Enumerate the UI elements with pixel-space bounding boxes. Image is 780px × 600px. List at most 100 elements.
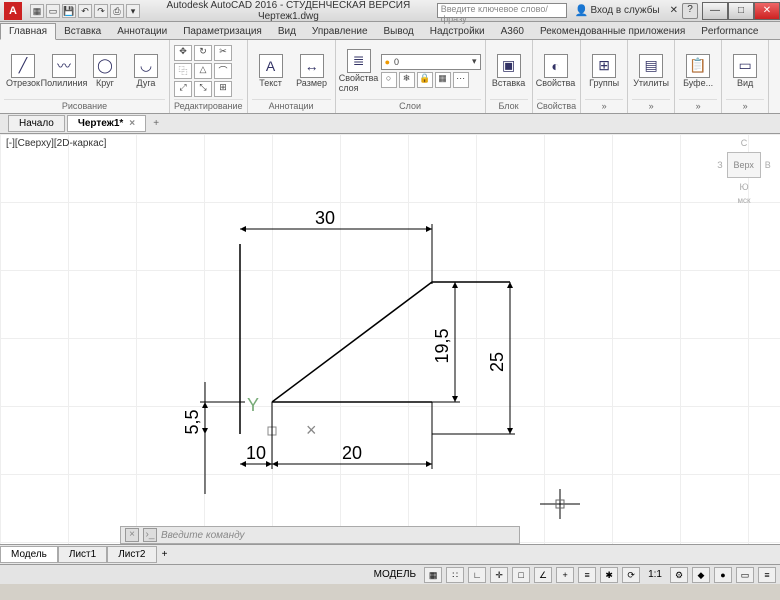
status-ortho-icon[interactable]: ∟ [468, 567, 486, 583]
status-custom-icon[interactable]: ≡ [758, 567, 776, 583]
group-clip-label[interactable]: » [679, 99, 717, 111]
doctab-start[interactable]: Начало [8, 115, 65, 132]
tab-annotate[interactable]: Аннотации [109, 24, 175, 39]
layer-combo[interactable]: ●0▾ [381, 54, 481, 70]
status-model[interactable]: МОДЕЛЬ [370, 569, 420, 580]
qat-open-icon[interactable]: ▭ [46, 4, 60, 18]
tool-text[interactable]: AТекст [252, 44, 290, 98]
group-modify-label[interactable]: Редактирование [174, 99, 243, 111]
status-dyn-icon[interactable]: + [556, 567, 574, 583]
tab-home[interactable]: Главная [0, 23, 56, 40]
qat-undo-icon[interactable]: ↶ [78, 4, 92, 18]
minimize-button[interactable]: — [702, 2, 728, 20]
group-view-label[interactable]: » [726, 99, 764, 111]
tool-line[interactable]: ╱Отрезок [4, 44, 42, 98]
tab-view[interactable]: Вид [270, 24, 304, 39]
status-track-icon[interactable]: ∠ [534, 567, 552, 583]
group-modify: ✥↻✂ ⿻△⌒ ⤢⤡⊞ Редактирование [170, 40, 248, 113]
tab-featured[interactable]: Рекомендованные приложения [532, 24, 693, 39]
layout-tab-l2[interactable]: Лист2 [107, 546, 156, 563]
array-icon[interactable]: ⊞ [214, 81, 232, 97]
tab-a360[interactable]: A360 [493, 24, 532, 39]
status-polar-icon[interactable]: ✛ [490, 567, 508, 583]
group-annot-label[interactable]: Аннотации [252, 99, 331, 111]
ribbon: ╱Отрезок 〰Полилиния ◯Круг ◡Дуга Рисовани… [0, 40, 780, 114]
fillet-icon[interactable]: ⌒ [214, 63, 232, 79]
close-tab-icon[interactable]: × [129, 118, 135, 129]
qat-print-icon[interactable]: ⎙ [110, 4, 124, 18]
status-hw-icon[interactable]: ● [714, 567, 732, 583]
rotate-icon[interactable]: ↻ [194, 45, 212, 61]
exchange-icon[interactable]: ✕ [670, 5, 678, 16]
status-clean-icon[interactable]: ▭ [736, 567, 754, 583]
tab-addins[interactable]: Надстройки [422, 24, 493, 39]
layout-add-button[interactable]: + [157, 549, 173, 560]
status-grid-icon[interactable]: ▦ [424, 567, 442, 583]
group-layers-label[interactable]: Слои [340, 99, 481, 111]
qat-redo-icon[interactable]: ↷ [94, 4, 108, 18]
tool-utils[interactable]: ▤Утилиты [632, 44, 670, 98]
status-ann-icon[interactable]: ✱ [600, 567, 618, 583]
qat-new-icon[interactable]: ▦ [30, 4, 44, 18]
login-link[interactable]: Вход в службы [590, 5, 659, 16]
status-annscale-icon[interactable]: ⟳ [622, 567, 640, 583]
close-button[interactable]: ✕ [754, 2, 780, 20]
status-scale[interactable]: 1:1 [644, 569, 666, 580]
tab-insert[interactable]: Вставка [56, 24, 109, 39]
doctab-current[interactable]: Чертеж1*× [67, 115, 146, 132]
tab-performance[interactable]: Performance [693, 24, 766, 39]
layer-off-icon[interactable]: ○ [381, 72, 397, 88]
calc-icon: ▤ [639, 54, 663, 78]
group-draw-label[interactable]: Рисование [4, 99, 165, 111]
tool-groups[interactable]: ⊞Группы [585, 44, 623, 98]
group-groups-label[interactable]: » [585, 99, 623, 111]
layer-lock-icon[interactable]: 🔒 [417, 72, 433, 88]
drawing-area[interactable]: [-][Сверху][2D-каркас] С ЗВерхВ Ю мск × … [0, 134, 780, 564]
tool-props[interactable]: ◐Свойства [537, 44, 575, 98]
mirror-icon[interactable]: △ [194, 63, 212, 79]
layout-tab-l1[interactable]: Лист1 [58, 546, 107, 563]
tool-layerprops[interactable]: ≣Свойства слоя [340, 44, 378, 98]
search-input[interactable]: Введите ключевое слово/фразу [437, 3, 567, 18]
layer-color-icon[interactable]: ▦ [435, 72, 451, 88]
tool-polyline[interactable]: 〰Полилиния [45, 44, 83, 98]
new-tab-button[interactable]: + [148, 118, 164, 129]
status-iso-icon[interactable]: ◆ [692, 567, 710, 583]
layout-tab-model[interactable]: Модель [0, 546, 58, 563]
group-utils-label[interactable]: » [632, 99, 670, 111]
stretch-icon[interactable]: ⤢ [174, 81, 192, 97]
tool-view[interactable]: ▭Вид [726, 44, 764, 98]
group-props-label[interactable]: Свойства [537, 99, 577, 111]
layer-freeze-icon[interactable]: ❄ [399, 72, 415, 88]
tab-parametric[interactable]: Параметризация [175, 24, 270, 39]
tool-circle[interactable]: ◯Круг [86, 44, 124, 98]
copy-icon[interactable]: ⿻ [174, 63, 192, 79]
scale-icon[interactable]: ⤡ [194, 81, 212, 97]
trim-icon[interactable]: ✂ [214, 45, 232, 61]
status-lwt-icon[interactable]: ≡ [578, 567, 596, 583]
layer-more-icon[interactable]: ⋯ [453, 72, 469, 88]
help-button[interactable]: ? [682, 3, 698, 19]
status-osnap-icon[interactable]: □ [512, 567, 530, 583]
maximize-button[interactable]: □ [728, 2, 754, 20]
cmd-prompt-icon[interactable]: ›_ [143, 528, 157, 542]
view-icon: ▭ [733, 54, 757, 78]
status-snap-icon[interactable]: ∷ [446, 567, 464, 583]
tab-manage[interactable]: Управление [304, 24, 376, 39]
group-block-label[interactable]: Блок [490, 99, 528, 111]
command-line[interactable]: × ›_ Введите команду [120, 526, 520, 544]
tool-dim[interactable]: ↔Размер [293, 44, 331, 98]
tool-arc[interactable]: ◡Дуга [127, 44, 165, 98]
move-icon[interactable]: ✥ [174, 45, 192, 61]
tool-clip[interactable]: 📋Буфе... [679, 44, 717, 98]
login-user-icon[interactable]: 👤 [575, 4, 589, 17]
cmd-close-icon[interactable]: × [125, 528, 139, 542]
qat-more-icon[interactable]: ▾ [126, 4, 140, 18]
app-icon[interactable]: A [4, 2, 22, 20]
qat-save-icon[interactable]: 💾 [62, 4, 76, 18]
tool-insert[interactable]: ▣Вставка [490, 44, 528, 98]
tab-output[interactable]: Вывод [376, 24, 422, 39]
svg-text:Y: Y [247, 395, 259, 415]
status-gear-icon[interactable]: ⚙ [670, 567, 688, 583]
circle-icon: ◯ [93, 54, 117, 78]
